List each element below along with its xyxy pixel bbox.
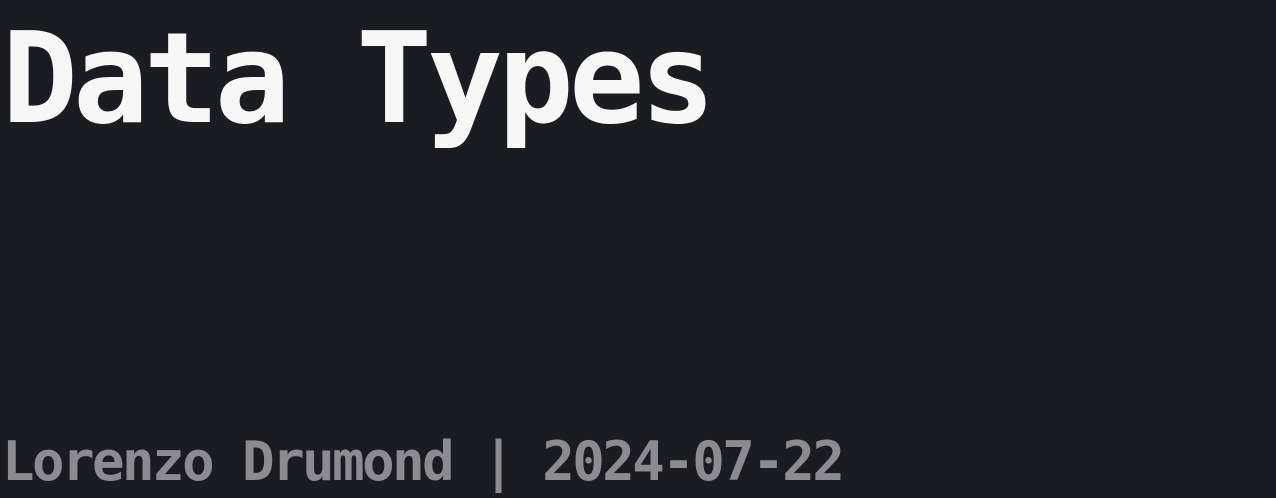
slide-title: Data Types — [2, 5, 716, 152]
slide-date: 2024-07-22 — [542, 430, 845, 493]
author-name: Lorenzo Drumond — [2, 430, 455, 493]
byline: Lorenzo Drumond | 2024-07-22 — [2, 430, 845, 493]
title-slide: Data Types Lorenzo Drumond | 2024-07-22 — [0, 0, 1276, 498]
byline-separator: | — [482, 430, 515, 493]
